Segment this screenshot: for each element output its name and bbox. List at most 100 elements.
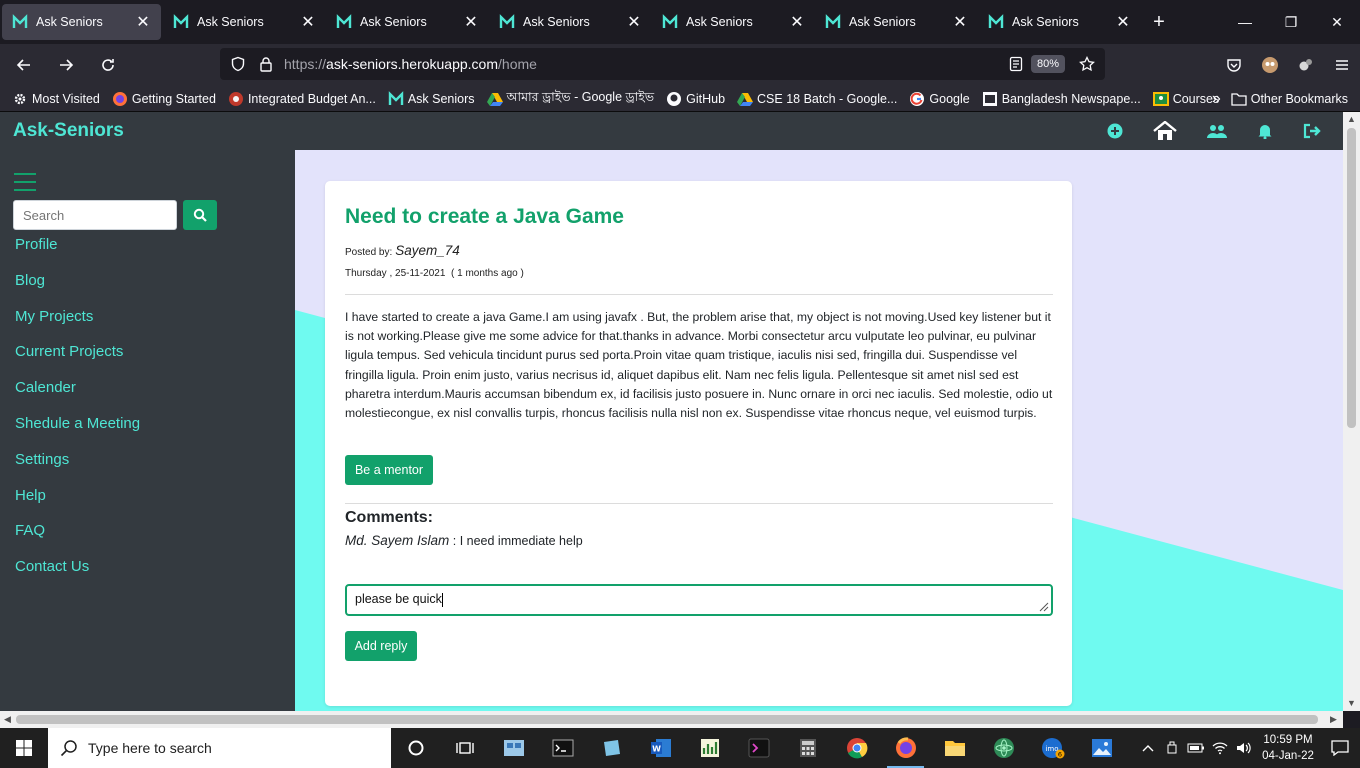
sidebar-item-profile[interactable]: Profile bbox=[15, 236, 140, 272]
reply-textarea[interactable]: please be quick bbox=[345, 584, 1053, 616]
calculator-icon[interactable] bbox=[783, 728, 832, 768]
bookmark-item[interactable]: Ask Seniors bbox=[388, 90, 475, 107]
close-icon[interactable]: ✕ bbox=[135, 12, 151, 32]
usb-icon[interactable] bbox=[1160, 741, 1184, 755]
extensions-icon[interactable] bbox=[1288, 57, 1324, 73]
imo-icon[interactable]: imo 6 bbox=[1028, 728, 1077, 768]
bookmark-item[interactable]: Most Visited bbox=[12, 91, 100, 107]
shield-icon[interactable] bbox=[224, 56, 252, 72]
control-panel-icon[interactable] bbox=[489, 728, 538, 768]
minimize-button[interactable]: — bbox=[1222, 0, 1268, 44]
sidebar-item-calender[interactable]: Calender bbox=[15, 379, 140, 415]
close-icon[interactable]: ✕ bbox=[300, 12, 316, 32]
url-bar[interactable]: https://ask-seniors.herokuapp.com/home 8… bbox=[220, 48, 1105, 80]
bell-icon[interactable] bbox=[1257, 123, 1273, 139]
chevron-up-icon[interactable] bbox=[1136, 744, 1160, 752]
browser-tab[interactable]: Ask Seniors ✕ bbox=[978, 0, 1141, 44]
forward-button[interactable] bbox=[48, 49, 84, 81]
word-icon[interactable]: W bbox=[636, 728, 685, 768]
lock-icon[interactable] bbox=[252, 56, 280, 72]
sidebar-item-blog[interactable]: Blog bbox=[15, 272, 140, 308]
bookmark-star-icon[interactable] bbox=[1073, 56, 1101, 72]
app-blue-icon[interactable] bbox=[587, 728, 636, 768]
browser-tab[interactable]: Ask Seniors ✕ bbox=[489, 0, 652, 44]
start-button[interactable] bbox=[0, 728, 48, 768]
chrome-icon[interactable] bbox=[832, 728, 881, 768]
cortana-icon[interactable] bbox=[391, 728, 440, 768]
post-meta: Posted by: Sayem_74 bbox=[345, 243, 460, 258]
reader-view-icon[interactable] bbox=[1001, 56, 1031, 72]
search-input[interactable] bbox=[13, 200, 177, 230]
close-icon[interactable]: ✕ bbox=[1115, 12, 1131, 32]
pocket-icon[interactable] bbox=[1216, 57, 1252, 73]
volume-icon[interactable] bbox=[1232, 741, 1256, 755]
chart-app-icon[interactable] bbox=[685, 728, 734, 768]
other-bookmarks[interactable]: Other Bookmarks bbox=[1231, 91, 1348, 107]
chevron-double-right-icon[interactable]: » bbox=[1212, 90, 1221, 108]
sidebar-item-contact-us[interactable]: Contact Us bbox=[15, 558, 140, 594]
sidebar-item-current-projects[interactable]: Current Projects bbox=[15, 343, 140, 379]
bookmark-item[interactable]: Getting Started bbox=[112, 91, 216, 107]
add-circle-icon[interactable] bbox=[1107, 123, 1123, 139]
sidebar-item-my-projects[interactable]: My Projects bbox=[15, 308, 140, 344]
wifi-icon[interactable] bbox=[1208, 741, 1232, 755]
browser-tab[interactable]: Ask Seniors ✕ bbox=[652, 0, 815, 44]
sidebar-item-settings[interactable]: Settings bbox=[15, 451, 140, 487]
add-reply-button[interactable]: Add reply bbox=[345, 631, 417, 661]
bookmark-item[interactable]: Bangladesh Newspape... bbox=[982, 91, 1141, 107]
account-avatar-icon[interactable] bbox=[1252, 56, 1288, 74]
bookmark-item[interactable]: Google bbox=[909, 91, 970, 107]
bookmark-item[interactable]: GitHub bbox=[666, 91, 725, 107]
new-tab-button[interactable]: + bbox=[1141, 0, 1177, 44]
scroll-down-icon[interactable]: ▼ bbox=[1347, 698, 1356, 708]
taskbar-search[interactable]: Type here to search bbox=[48, 728, 391, 768]
clock[interactable]: 10:59 PM 04-Jan-22 bbox=[1256, 732, 1320, 764]
close-icon[interactable]: ✕ bbox=[789, 12, 805, 32]
vertical-scroll-thumb[interactable] bbox=[1347, 128, 1356, 428]
scroll-up-icon[interactable]: ▲ bbox=[1347, 114, 1356, 124]
browser-tab[interactable]: Ask Seniors ✕ bbox=[326, 0, 489, 44]
close-icon[interactable]: ✕ bbox=[952, 12, 968, 32]
brand-logo[interactable]: Ask-Seniors bbox=[13, 120, 124, 142]
firefox-taskbar-icon[interactable] bbox=[881, 728, 930, 768]
horizontal-scroll-thumb[interactable] bbox=[16, 715, 1318, 724]
maximize-button[interactable]: ❐ bbox=[1268, 0, 1314, 44]
home-icon[interactable] bbox=[1153, 121, 1177, 141]
hamburger-menu-icon[interactable] bbox=[14, 172, 36, 195]
bookmark-item[interactable]: Integrated Budget An... bbox=[228, 91, 376, 107]
post-author[interactable]: Sayem_74 bbox=[395, 243, 460, 258]
users-icon[interactable] bbox=[1207, 123, 1227, 139]
back-button[interactable] bbox=[6, 49, 42, 81]
close-icon[interactable]: ✕ bbox=[626, 12, 642, 32]
notification-icon[interactable] bbox=[1320, 740, 1360, 756]
file-explorer-icon[interactable] bbox=[930, 728, 979, 768]
reload-button[interactable] bbox=[90, 49, 126, 81]
scroll-left-icon[interactable]: ◀ bbox=[4, 714, 11, 725]
bookmark-item[interactable]: আমার ড্রাইভ - Google ড্রাইভ bbox=[486, 89, 654, 109]
browser-tab[interactable]: Ask Seniors ✕ bbox=[163, 0, 326, 44]
sidebar-item-help[interactable]: Help bbox=[15, 487, 140, 523]
gear-icon bbox=[12, 91, 28, 107]
zoom-level-badge[interactable]: 80% bbox=[1030, 55, 1065, 73]
battery-icon[interactable] bbox=[1184, 742, 1208, 754]
url-text[interactable]: https://ask-seniors.herokuapp.com/home bbox=[284, 56, 1001, 72]
cmd-icon[interactable] bbox=[538, 728, 587, 768]
terminal-icon[interactable] bbox=[734, 728, 783, 768]
search-button[interactable] bbox=[183, 200, 217, 230]
photos-icon[interactable] bbox=[1077, 728, 1126, 768]
menu-icon[interactable] bbox=[1324, 57, 1360, 73]
resize-grip-icon[interactable] bbox=[1037, 600, 1049, 612]
close-window-button[interactable]: ✕ bbox=[1314, 0, 1360, 44]
bookmark-item[interactable]: Courses bbox=[1152, 91, 1219, 107]
atom-icon[interactable] bbox=[979, 728, 1028, 768]
close-icon[interactable]: ✕ bbox=[463, 12, 479, 32]
browser-tab[interactable]: Ask Seniors ✕ bbox=[815, 0, 978, 44]
browser-tab[interactable]: Ask Seniors ✕ bbox=[2, 4, 161, 40]
logout-icon[interactable] bbox=[1303, 123, 1321, 139]
task-view-icon[interactable] bbox=[440, 728, 489, 768]
sidebar-item-schedule-meeting[interactable]: Shedule a Meeting bbox=[15, 415, 140, 451]
bookmark-item[interactable]: CSE 18 Batch - Google... bbox=[737, 91, 897, 107]
sidebar-item-faq[interactable]: FAQ bbox=[15, 522, 140, 558]
scroll-right-icon[interactable]: ▶ bbox=[1330, 714, 1337, 725]
be-a-mentor-button[interactable]: Be a mentor bbox=[345, 455, 433, 485]
